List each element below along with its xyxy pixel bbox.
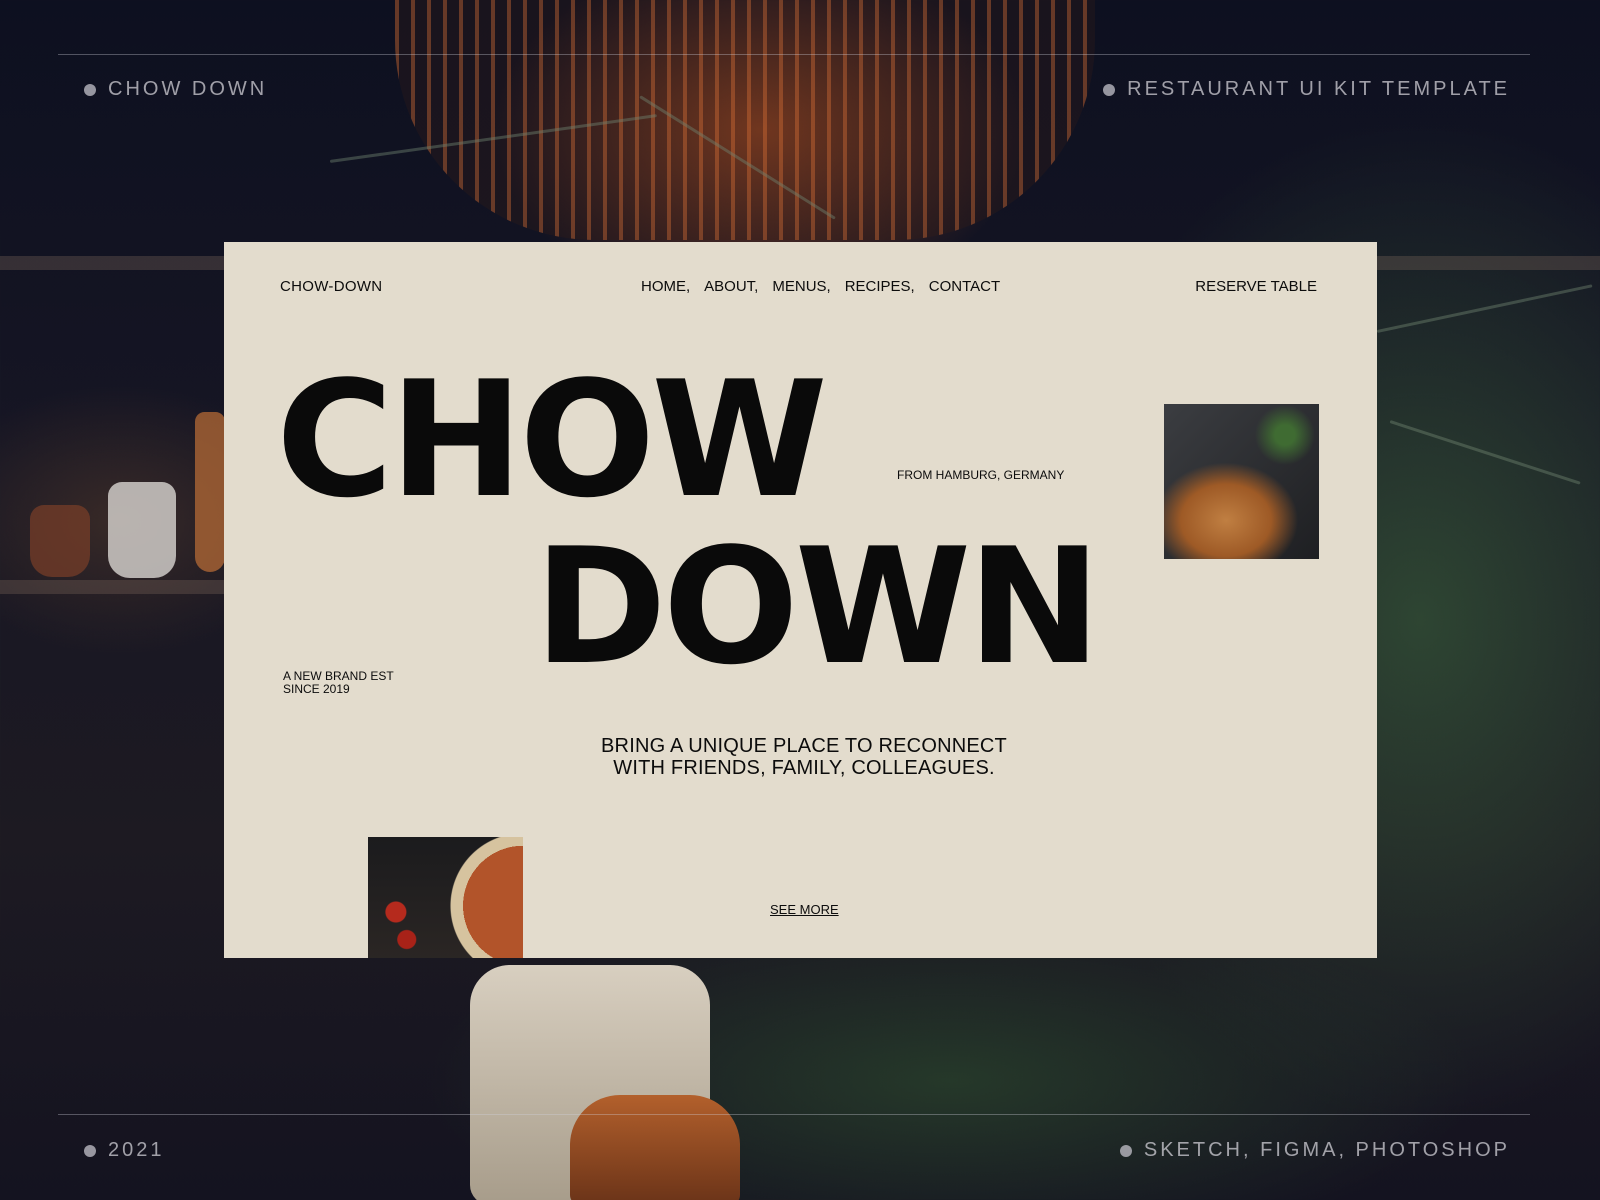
location-text: FROM HAMBURG, GERMANY xyxy=(897,468,1065,482)
reserve-table-button[interactable]: RESERVE TABLE xyxy=(1195,278,1317,295)
nav-item-contact[interactable]: CONTACT xyxy=(929,278,1000,295)
hero-title-line-1: CHOW xyxy=(276,346,828,533)
frame-bottom-left-label: 2021 xyxy=(84,1139,165,1162)
bullet-dot-icon xyxy=(84,1144,96,1157)
tagline-text: BRING A UNIQUE PLACE TO RECONNECT WITH F… xyxy=(601,735,1007,779)
bottom-divider xyxy=(58,1114,1530,1115)
food-photo-roast-chicken xyxy=(1164,404,1319,559)
site-logo[interactable]: CHOW-DOWN xyxy=(280,278,382,295)
background-shelf xyxy=(0,580,224,594)
website-preview-card: CHOW-DOWN HOME, ABOUT, MENUS, RECIPES, C… xyxy=(224,242,1377,958)
see-more-link[interactable]: SEE MORE xyxy=(770,902,839,917)
top-divider xyxy=(58,54,1530,55)
bullet-dot-icon xyxy=(84,83,96,96)
nav-item-menus[interactable]: MENUS, xyxy=(772,278,830,295)
frame-tools-text: SKETCH, FIGMA, PHOTOSHOP xyxy=(1143,1139,1510,1161)
food-photo-pizza xyxy=(368,837,523,958)
background-jug xyxy=(108,482,176,578)
bullet-dot-icon xyxy=(1119,1144,1132,1157)
hero-title-line-2: DOWN xyxy=(534,513,1101,700)
nav-item-about[interactable]: ABOUT, xyxy=(704,278,758,295)
background-branch xyxy=(1376,284,1593,333)
background-pot xyxy=(570,1095,740,1200)
frame-year-text: 2021 xyxy=(108,1139,165,1161)
bullet-dot-icon xyxy=(1103,83,1116,96)
background-jug xyxy=(30,505,90,577)
main-nav: HOME, ABOUT, MENUS, RECIPES, CONTACT xyxy=(641,278,1000,295)
frame-bottom-right-label: SKETCH, FIGMA, PHOTOSHOP xyxy=(1119,1139,1510,1162)
frame-template-text: RESTAURANT UI KIT TEMPLATE xyxy=(1127,78,1510,100)
established-text: A NEW BRAND EST SINCE 2019 xyxy=(283,669,394,696)
background-branch xyxy=(1389,420,1581,485)
background-jug xyxy=(195,412,225,572)
background-shelf xyxy=(0,256,224,270)
frame-brand-text: CHOW DOWN xyxy=(108,78,268,100)
background-basket xyxy=(395,0,1095,240)
frame-top-left-label: CHOW DOWN xyxy=(84,78,267,101)
nav-item-home[interactable]: HOME, xyxy=(641,278,690,295)
background-shelf xyxy=(1377,256,1600,270)
nav-item-recipes[interactable]: RECIPES, xyxy=(845,278,915,295)
frame-top-right-label: RESTAURANT UI KIT TEMPLATE xyxy=(1103,78,1510,101)
